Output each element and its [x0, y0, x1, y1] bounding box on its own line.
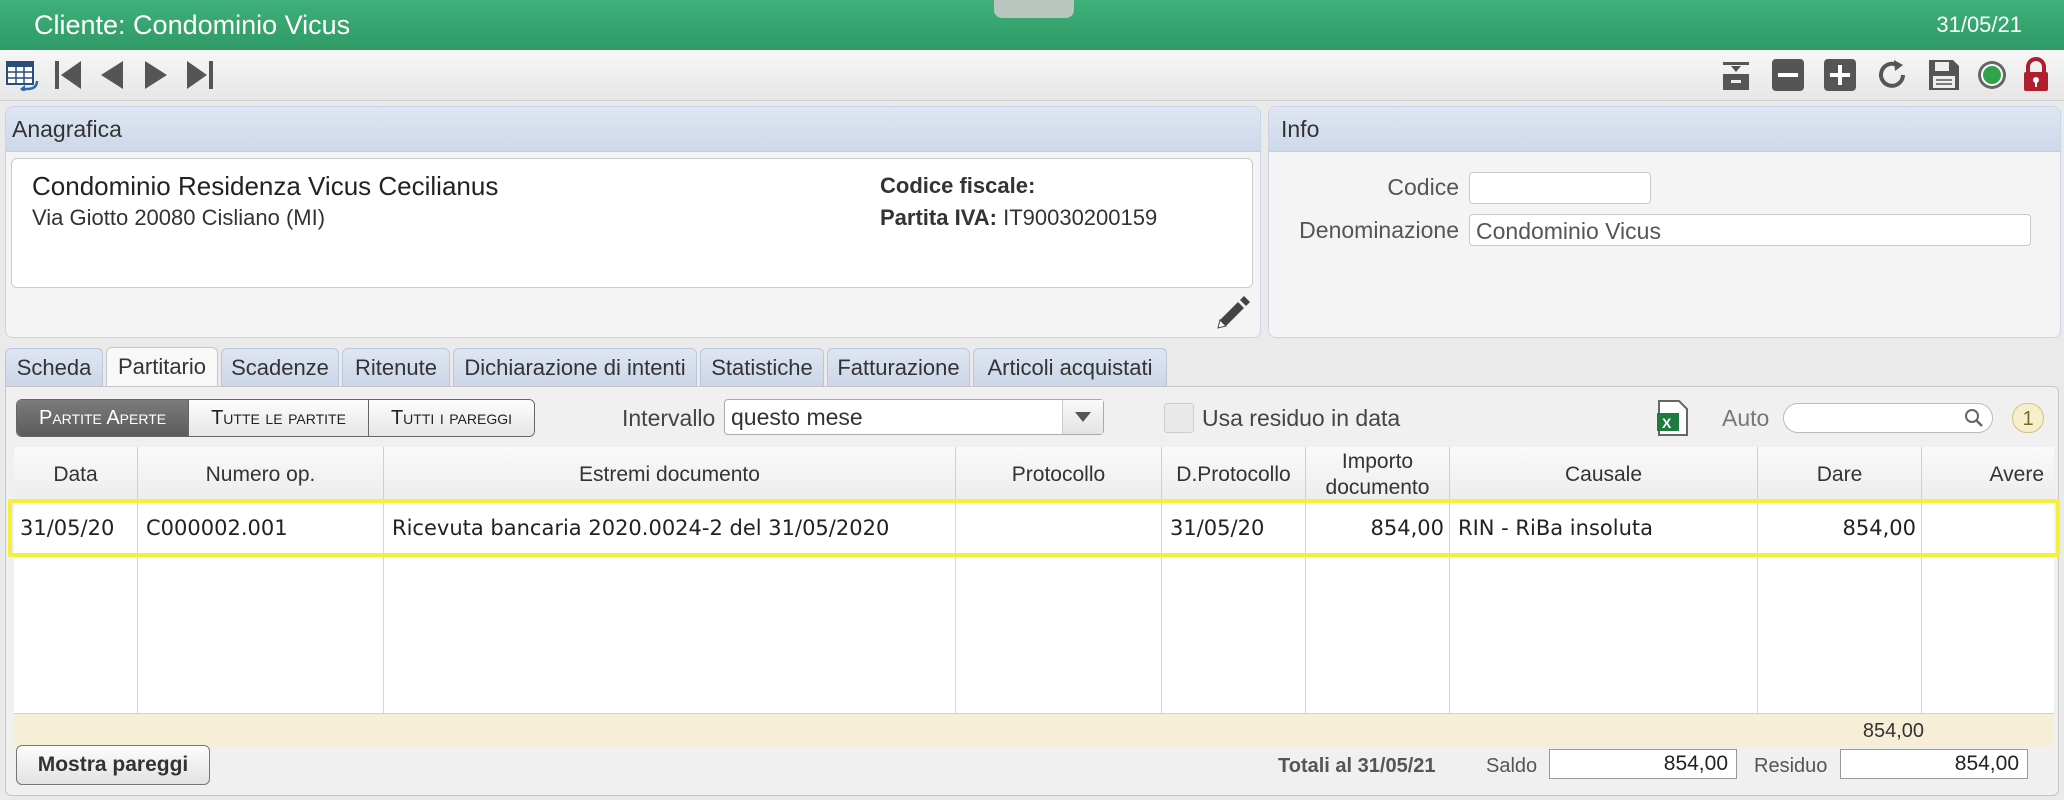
- intervallo-label: Intervallo: [622, 405, 716, 431]
- residuo-field[interactable]: 854,00: [1840, 749, 2028, 779]
- denominazione-label: Denominazione: [1299, 217, 1459, 243]
- first-record-icon[interactable]: [50, 58, 86, 92]
- window-grip-handle[interactable]: [994, 0, 1074, 18]
- intervallo-value: questo mese: [731, 404, 863, 430]
- tab-articoli-acquistati[interactable]: Articoli acquistati: [973, 348, 1167, 386]
- svg-text:X: X: [1662, 415, 1672, 431]
- tab-fatturazione[interactable]: Fatturazione: [827, 348, 970, 386]
- info-header: Info: [1269, 107, 2060, 152]
- codice-label: Codice: [1387, 174, 1459, 200]
- row-highlight: [8, 499, 2060, 557]
- anagrafica-panel: Anagrafica Condominio Residenza Vicus Ce…: [5, 106, 1261, 338]
- pencil-edit-icon[interactable]: [1214, 292, 1252, 335]
- client-name: Condominio Residenza Vicus Cecilianus: [32, 171, 499, 201]
- minus-icon[interactable]: [1770, 58, 1806, 92]
- excel-export-icon[interactable]: X: [1656, 399, 1690, 442]
- usa-residuo-label: Usa residuo in data: [1202, 405, 1401, 431]
- refresh-icon[interactable]: [1874, 58, 1910, 92]
- tab-partitario[interactable]: Partitario: [106, 347, 218, 387]
- tab-dichiarazione-intenti[interactable]: Dichiarazione di intenti: [453, 348, 697, 386]
- codice-fiscale-label: Codice fiscale:: [880, 173, 1036, 198]
- tab-ritenute[interactable]: Ritenute: [342, 348, 450, 386]
- archive-icon[interactable]: [1718, 58, 1754, 92]
- table-back-icon[interactable]: [4, 58, 40, 92]
- column-header-d-protocollo[interactable]: D.Protocollo: [1162, 447, 1306, 503]
- title-bar: Cliente: Condominio Vicus 31/05/21: [0, 0, 2064, 50]
- column-header-causale[interactable]: Causale: [1450, 447, 1758, 503]
- column-header-protocollo[interactable]: Protocollo: [956, 447, 1162, 503]
- partita-iva-label: Partita IVA:: [880, 205, 997, 230]
- mostra-pareggi-button[interactable]: Mostra pareggi: [16, 745, 210, 785]
- usa-residuo-checkbox[interactable]: [1164, 403, 1194, 433]
- result-count-badge: 1: [2012, 403, 2044, 433]
- column-header-avere[interactable]: Avere: [1922, 447, 2054, 503]
- previous-record-icon[interactable]: [94, 58, 130, 92]
- column-header-estremi-documento[interactable]: Estremi documento: [384, 447, 956, 503]
- totali-label: Totali al 31/05/21: [1278, 755, 1436, 777]
- window-date: 31/05/21: [1936, 12, 2022, 37]
- residuo-label: Residuo: [1754, 755, 1828, 777]
- segment-tutte-le-partite[interactable]: Tutte le partite: [189, 400, 369, 436]
- tab-scheda[interactable]: Scheda: [5, 348, 103, 386]
- denominazione-input[interactable]: Condominio Vicus: [1469, 214, 2031, 246]
- table-total-row: 854,00: [14, 713, 2054, 748]
- saldo-field[interactable]: 854,00: [1549, 749, 1737, 779]
- next-record-icon[interactable]: [138, 58, 174, 92]
- partitario-content: Partite Aperte Tutte le partite Tutti i …: [5, 386, 2060, 796]
- client-address: Via Giotto 20080 Cisliano (MI): [32, 205, 326, 230]
- intervallo-select[interactable]: questo mese: [724, 399, 1104, 435]
- partite-filter-segment: Partite Aperte Tutte le partite Tutti i …: [16, 399, 536, 437]
- window-title: Cliente: Condominio Vicus: [34, 10, 351, 40]
- auto-label: Auto: [1722, 405, 1770, 431]
- column-header-importo-documento[interactable]: Importo documento: [1306, 447, 1450, 503]
- segment-partite-aperte[interactable]: Partite Aperte: [17, 400, 190, 436]
- last-record-icon[interactable]: [182, 58, 218, 92]
- partitario-table: Data Numero op. Estremi documento Protoc…: [8, 447, 2060, 748]
- partita-iva: Partita IVA: IT90030200159: [880, 205, 1157, 231]
- lock-icon[interactable]: [2018, 57, 2054, 92]
- saldo-label: Saldo: [1486, 755, 1538, 777]
- search-input[interactable]: [1783, 403, 1993, 433]
- column-header-dare[interactable]: Dare: [1758, 447, 1922, 503]
- partita-iva-value: IT90030200159: [1003, 205, 1158, 230]
- save-icon[interactable]: [1926, 58, 1962, 92]
- codice-input[interactable]: [1469, 172, 1651, 204]
- status-green-icon[interactable]: [1974, 58, 2010, 92]
- anagrafica-box: Condominio Residenza Vicus Cecilianus Vi…: [11, 158, 1253, 288]
- search-icon: [1964, 408, 1984, 433]
- anagrafica-header: Anagrafica: [6, 107, 1260, 152]
- toolbar: [0, 50, 2064, 101]
- column-header-data[interactable]: Data: [14, 447, 138, 503]
- segment-tutti-i-pareggi[interactable]: Tutti i pareggi: [368, 400, 535, 436]
- tab-scadenze[interactable]: Scadenze: [221, 348, 339, 386]
- total-dare-value: 854,00: [1862, 720, 1924, 742]
- tab-statistiche[interactable]: Statistiche: [700, 348, 824, 386]
- info-panel: Info Codice Denominazione Condominio Vic…: [1268, 106, 2061, 338]
- column-header-numero-op[interactable]: Numero op.: [138, 447, 384, 503]
- plus-icon[interactable]: [1822, 58, 1858, 92]
- chevron-down-icon[interactable]: [1062, 400, 1103, 434]
